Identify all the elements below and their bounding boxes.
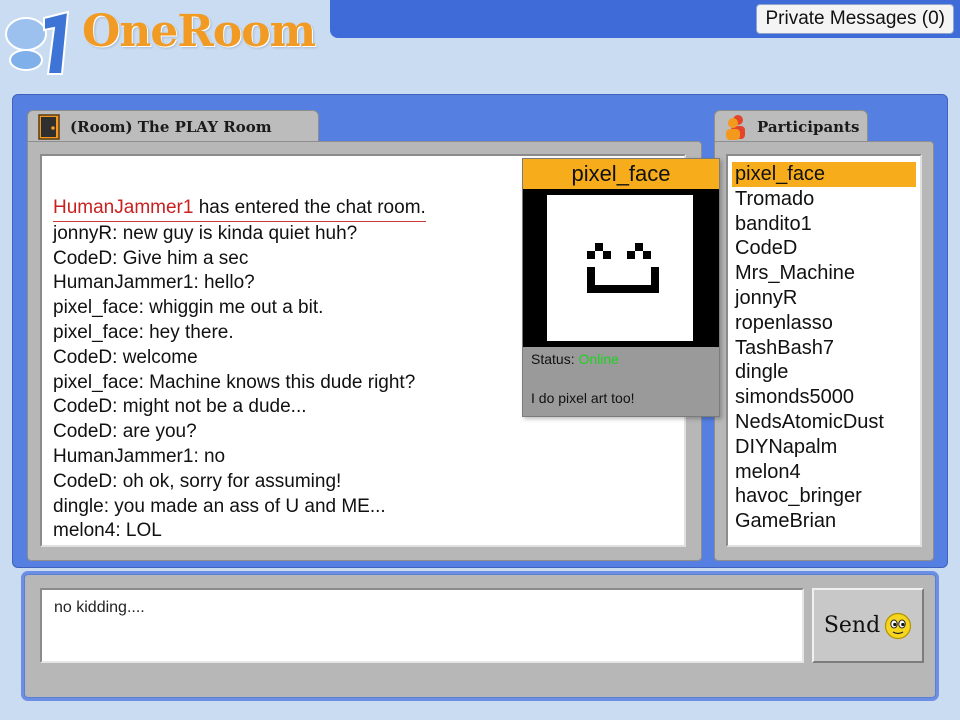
chat-message-nick[interactable]: HumanJammer1 [53, 446, 193, 467]
chat-message-text: : might not be a dude... [112, 396, 307, 418]
message-input[interactable]: no kidding.... [40, 588, 804, 663]
chat-message-text: : whiggin me out a bit. [138, 297, 324, 319]
participant-item[interactable]: CodeD [732, 236, 916, 261]
chat-message-text: : no [193, 445, 226, 467]
send-button-label: Send [823, 613, 881, 638]
profile-status: Status: Online [531, 351, 619, 367]
participant-item[interactable]: dingle [732, 360, 916, 385]
participant-item[interactable]: NedsAtomicDust [732, 410, 916, 435]
chat-message-text: : welcome [112, 346, 198, 368]
profile-bio: I do pixel art too! [531, 390, 635, 406]
participant-item[interactable]: DIYNapalm [732, 435, 916, 460]
chat-message-nick[interactable]: CodeD [53, 248, 112, 269]
chat-message-nick[interactable]: jonnyR [53, 223, 112, 244]
smiley-icon [885, 612, 912, 639]
top-bar: Private Messages (0) [330, 0, 960, 38]
app-logo: OneRoom [4, 4, 324, 78]
chat-message-nick[interactable]: melon4 [53, 520, 115, 541]
chat-message-nick[interactable]: pixel_face [53, 297, 139, 318]
chat-message: melon4: LOL [53, 519, 674, 544]
participant-item[interactable]: ropenlasso [732, 311, 916, 336]
participants-list-items: pixel_face Tromado bandito1 CodeD Mrs_Machin… [732, 162, 916, 534]
participant-item[interactable]: havoc_bringer [732, 484, 916, 509]
chat-message-text: : Machine knows this dude right? [138, 371, 416, 393]
chat-message-text: : oh ok, sorry for assuming! [112, 470, 342, 492]
profile-name: pixel_face [523, 159, 719, 189]
profile-status-label: Status: [531, 351, 579, 367]
chat-message: HumanJammer1: no [53, 445, 674, 470]
chat-message-nick[interactable]: CodeD [53, 396, 112, 417]
avatar [547, 195, 693, 341]
participants-icon [726, 115, 745, 140]
participant-item[interactable]: Mrs_Machine [732, 261, 916, 286]
chat-message-nick[interactable]: CodeD [53, 421, 112, 442]
private-messages-button[interactable]: Private Messages (0) [756, 4, 954, 34]
room-tab-label: (Room) The PLAY Room [70, 118, 272, 136]
chat-message-nick[interactable]: CodeD [53, 471, 112, 492]
participant-item[interactable]: jonnyR [732, 286, 916, 311]
avatar-frame [523, 189, 719, 347]
chat-message: CodeD: are you? [53, 420, 674, 445]
pixel-face-avatar-icon [587, 243, 659, 293]
participant-item[interactable]: pixel_face [732, 162, 916, 187]
app-logo-text: OneRoom [82, 6, 316, 57]
chat-message-text: : hey there. [138, 321, 234, 343]
chat-message-text: : are you? [112, 421, 197, 443]
chat-message-text: : LOL [115, 520, 162, 542]
chat-message-nick[interactable]: pixel_face [53, 372, 139, 393]
chat-message-text: : Give him a sec [112, 247, 249, 269]
participant-item[interactable]: TashBash7 [732, 336, 916, 361]
door-icon [38, 114, 60, 140]
chat-message-nick[interactable]: HumanJammer1 [53, 272, 193, 293]
chat-message-text: : new guy is kinda quiet huh? [112, 222, 358, 244]
participants-tab-label: Participants [757, 118, 860, 136]
tab-participants[interactable]: Participants [714, 110, 868, 143]
send-button[interactable]: Send [812, 588, 924, 663]
chat-message: dingle: you made an ass of U and ME... [53, 495, 674, 520]
participant-item[interactable]: simonds5000 [732, 385, 916, 410]
system-message-text: has entered the chat room. [193, 197, 426, 218]
chat-bubble-logo-icon [5, 10, 70, 75]
participant-item[interactable]: Tromado [732, 187, 916, 212]
chat-message-text: : you made an ass of U and ME... [103, 495, 386, 517]
participants-list[interactable]: pixel_face Tromado bandito1 CodeD Mrs_Machin… [726, 154, 922, 547]
system-message-nick: HumanJammer1 [53, 197, 194, 218]
tab-room[interactable]: (Room) The PLAY Room [27, 110, 319, 143]
participant-item[interactable]: GameBrian [732, 509, 916, 534]
chat-message-text: : hello? [193, 272, 255, 294]
participant-item[interactable]: melon4 [732, 460, 916, 485]
profile-status-value: Online [578, 351, 619, 367]
participant-item[interactable]: bandito1 [732, 212, 916, 237]
chat-message-nick[interactable]: dingle [53, 496, 104, 517]
profile-card: pixel_face Status: Online I do pixel art [522, 158, 720, 417]
chat-message-nick[interactable]: pixel_face [53, 322, 139, 343]
chat-message: CodeD: oh ok, sorry for assuming! [53, 470, 674, 495]
chat-message-nick[interactable]: CodeD [53, 347, 112, 368]
